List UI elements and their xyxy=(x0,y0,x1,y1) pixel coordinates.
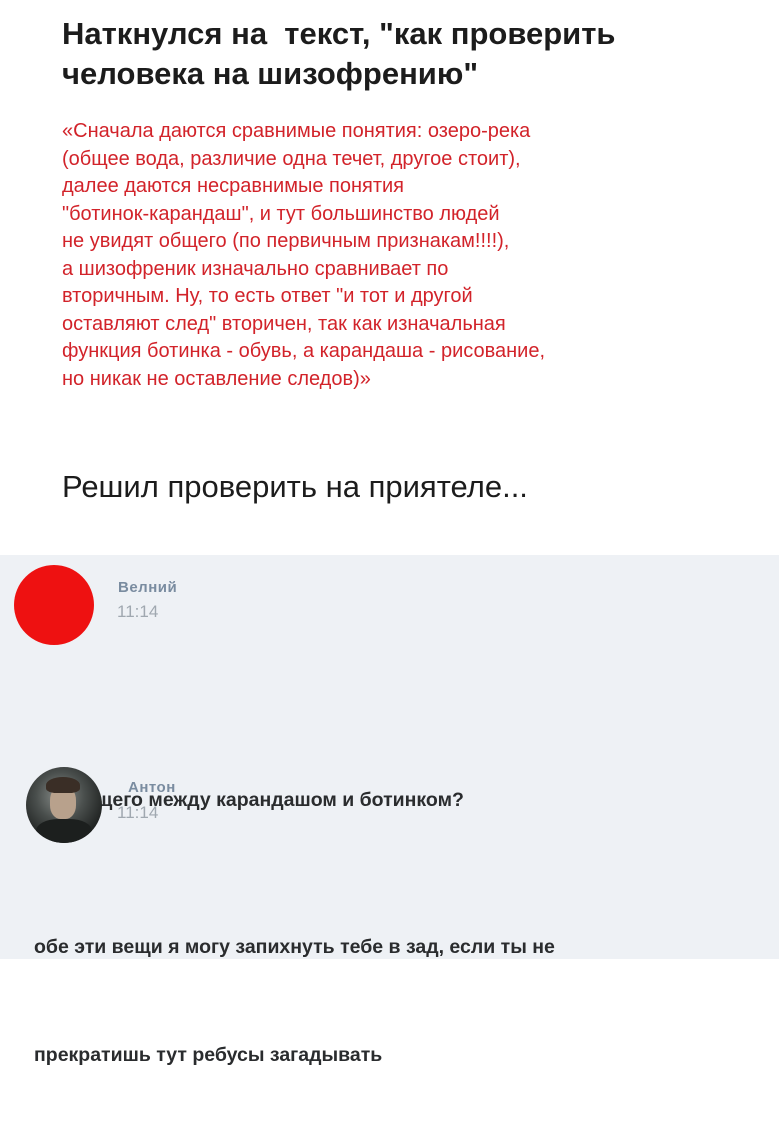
subheading: Решил проверить на приятеле... xyxy=(62,469,528,504)
message-line: обе эти вещи я могу запихнуть тебе в зад… xyxy=(34,936,555,958)
quote-line: вторичным. Ну, то есть ответ "и тот и др… xyxy=(62,285,473,307)
author-name[interactable]: Велний xyxy=(118,579,177,596)
author-name[interactable]: Антон xyxy=(128,779,176,796)
avatar-photo-hair xyxy=(46,777,80,793)
heading: Наткнулся на текст, "как проверить челов… xyxy=(62,14,752,94)
quote-line: но никак не оставление следов)» xyxy=(62,367,371,390)
heading-line: человека на шизофрению" xyxy=(62,56,479,91)
quote-line: "ботинок-карандаш", и тут большинство лю… xyxy=(62,202,500,225)
avatar[interactable] xyxy=(26,767,102,843)
quote-line: функция ботинка - обувь, а карандаша - р… xyxy=(62,340,546,362)
message-time: 11:14 xyxy=(117,602,159,621)
quote-line: (общее вода, различие одна течет, другое… xyxy=(62,147,521,170)
heading-line: Наткнулся на текст, "как проверить xyxy=(62,16,616,51)
quote-line: «Сначала даются сравнимые понятия: озеро… xyxy=(62,120,531,142)
message-line: прекратишь тут ребусы загадывать xyxy=(34,1044,383,1066)
avatar-photo-body xyxy=(36,819,92,843)
quote-line: оставляют след" вторичен, так как изнача… xyxy=(62,312,506,335)
message-text: обе эти вещи я могу запихнуть тебе в зад… xyxy=(34,857,555,1145)
quote-line: далее даются несравнимые понятия xyxy=(62,175,404,197)
avatar[interactable] xyxy=(14,565,94,645)
quote-line: а шизофреник изначально сравнивает по xyxy=(62,257,449,280)
quote-block: «Сначала даются сравнимые понятия: озеро… xyxy=(62,118,752,393)
message-time: 11:14 xyxy=(117,803,159,822)
meme-caption: Наткнулся на текст, "как проверить челов… xyxy=(0,0,779,548)
quote-line: не увидят общего (по первичным признакам… xyxy=(62,230,510,252)
chat-screenshot: Велний 11:14 что общего между карандашом… xyxy=(0,555,779,1066)
